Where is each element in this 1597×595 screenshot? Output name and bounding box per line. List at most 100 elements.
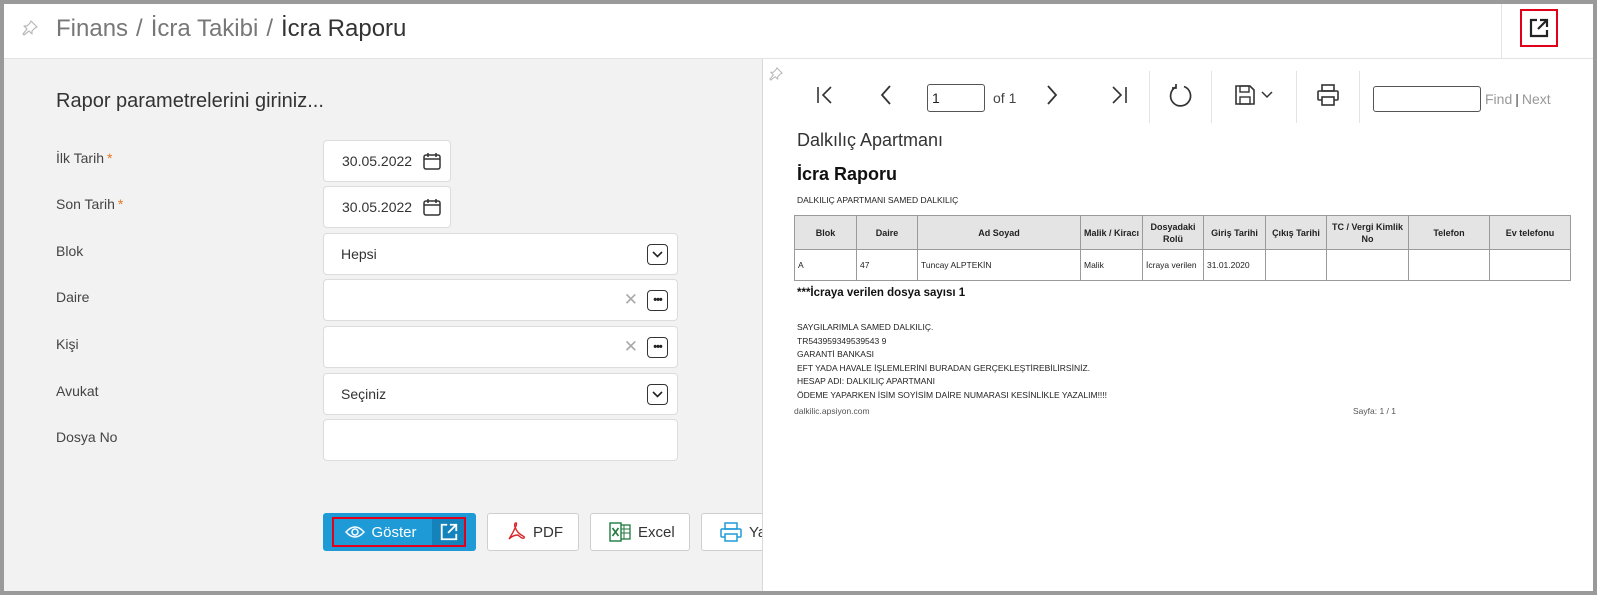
end-date-field[interactable]: 30.05.2022 [323, 186, 451, 228]
popout-icon [1529, 18, 1549, 38]
prev-page-button[interactable] [878, 83, 894, 107]
column-header: Dosyadaki Rolü [1142, 215, 1204, 250]
report-note-line: HESAP ADI: DALKILIÇ APARTMANI [797, 376, 935, 386]
chevron-down-icon [1261, 91, 1273, 99]
prev-page-icon [880, 85, 891, 105]
refresh-button[interactable] [1168, 83, 1194, 109]
printer-icon [1317, 84, 1339, 106]
table-cell: Tuncay ALPTEKİN [917, 249, 1081, 281]
pin-icon[interactable] [22, 20, 38, 41]
calendar-icon[interactable] [422, 151, 442, 171]
excel-button[interactable]: Excel [590, 513, 690, 551]
column-header: Giriş Tarihi [1203, 215, 1266, 250]
show-button-group: Göster [323, 513, 476, 551]
report-note-line: TR543959349539543 9 [797, 335, 887, 346]
last-page-button[interactable] [1109, 83, 1129, 107]
calendar-icon[interactable] [422, 197, 442, 217]
lawyer-select[interactable]: Seçiniz [323, 373, 678, 415]
next-link[interactable]: Next [1522, 91, 1551, 107]
person-field[interactable]: ✕ ••• [323, 326, 678, 368]
required-mark: * [117, 196, 124, 212]
block-value: Hepsi [341, 246, 377, 262]
find-separator: | [1515, 91, 1519, 107]
column-header: Blok [794, 215, 857, 250]
column-header: Ev telefonu [1489, 215, 1571, 250]
first-page-icon [817, 86, 832, 104]
save-icon [1235, 85, 1255, 105]
clear-icon[interactable]: ✕ [624, 290, 638, 310]
breadcrumb-finans[interactable]: Finans [56, 15, 128, 42]
report-note-line: GARANTİ BANKASI [797, 349, 874, 359]
column-header: Ad Soyad [917, 215, 1081, 250]
pdf-button-label: PDF [533, 523, 563, 541]
block-label: Blok [56, 243, 84, 259]
refresh-icon [1169, 84, 1192, 107]
breadcrumb-separator: / [266, 15, 273, 42]
ellipsis-icon[interactable]: ••• [647, 337, 668, 358]
column-header: TC / Vergi Kimlik No [1326, 215, 1409, 250]
report-footer-page: Sayfa: 1 / 1 [1353, 406, 1396, 416]
excel-icon [609, 522, 631, 542]
last-page-icon [1112, 86, 1127, 104]
save-button[interactable] [1233, 83, 1257, 107]
next-page-icon [1047, 85, 1058, 105]
print-report-button[interactable] [1316, 83, 1340, 107]
table-cell: İcraya verilen [1142, 249, 1204, 281]
column-header: Çıkış Tarihi [1265, 215, 1327, 250]
start-date-label-text: İlk Tarih [56, 150, 104, 166]
save-dropdown-button[interactable] [1261, 91, 1273, 99]
end-date-value: 30.05.2022 [342, 199, 413, 215]
report-note-line: EFT YADA HAVALE İŞLEMLERİNİ BURADAN GERÇ… [797, 362, 1091, 373]
toolbar-separator [1149, 71, 1150, 123]
printer-icon [720, 522, 742, 542]
table-cell: A [794, 249, 857, 281]
end-date-label: Son Tarih * [56, 196, 123, 212]
report-title: İcra Raporu [797, 164, 898, 184]
chevron-down-icon[interactable] [647, 244, 668, 265]
chevron-down-icon[interactable] [647, 384, 668, 405]
app-frame: Finans / İcra Takibi / İcra Raporu Rapor par… [4, 4, 1593, 591]
breadcrumb-separator: / [136, 15, 143, 42]
start-date-label: İlk Tarih * [56, 150, 112, 166]
apartment-field[interactable]: ✕ ••• [323, 279, 678, 321]
report-note-line: SAYGILARIMLA SAMED DALKILIÇ. [797, 322, 934, 332]
breadcrumb: Finans / İcra Takibi / İcra Raporu [56, 15, 406, 43]
report-viewer: 1 of 1 Find | Next Dalkılıç Apartmanı İcr [762, 59, 1593, 591]
next-page-button[interactable] [1044, 83, 1060, 107]
start-date-field[interactable]: 30.05.2022 [323, 140, 451, 182]
page-header: Finans / İcra Takibi / İcra Raporu [4, 4, 1593, 59]
highlight-box [332, 517, 466, 547]
lawyer-value: Seçiniz [341, 386, 387, 402]
pdf-button[interactable]: PDF [487, 513, 579, 551]
find-input[interactable] [1373, 86, 1481, 112]
report-table: Blok Daire Ad Soyad Malik / Kiracı Dosya… [794, 215, 1571, 281]
required-mark: * [106, 150, 113, 166]
ellipsis-icon[interactable]: ••• [647, 290, 668, 311]
find-link[interactable]: Find [1485, 91, 1512, 107]
pdf-icon [508, 522, 526, 540]
breadcrumb-icra-takibi[interactable]: İcra Takibi [151, 15, 259, 42]
find-links: Find | Next [1485, 91, 1551, 107]
clear-icon[interactable]: ✕ [624, 337, 638, 357]
report-note-line: ÖDEME YAPARKEN İSİM SOYİSİM DAİRE NUMARA… [797, 389, 1108, 400]
block-select[interactable]: Hepsi [323, 233, 678, 275]
page-number-input[interactable]: 1 [927, 84, 985, 112]
page-count: of 1 [993, 90, 1017, 106]
report-subtitle: DALKILIÇ APARTMANI SAMED DALKILIÇ [797, 195, 959, 205]
form-title: Rapor parametrelerini giriniz... [56, 90, 324, 112]
pin-icon[interactable] [769, 67, 783, 84]
report-file-count: ***İcraya verilen dosya sayısı 1 [797, 287, 966, 299]
first-page-button[interactable] [815, 83, 835, 107]
table-cell: 31.01.2020 [1203, 249, 1266, 281]
table-cell [1326, 249, 1409, 281]
report-company: Dalkılıç Apartmanı [797, 130, 944, 150]
open-in-new-window-button[interactable] [1520, 9, 1558, 47]
table-cell: Malik [1080, 249, 1143, 281]
table-cell [1265, 249, 1327, 281]
toolbar-separator [1211, 71, 1212, 123]
apartment-label: Daire [56, 289, 90, 305]
table-cell: 47 [856, 249, 918, 281]
file-no-input[interactable] [323, 419, 678, 461]
table-row: A 47 Tuncay ALPTEKİN Malik İcraya verile… [794, 249, 1571, 281]
person-label: Kişi [56, 336, 79, 352]
